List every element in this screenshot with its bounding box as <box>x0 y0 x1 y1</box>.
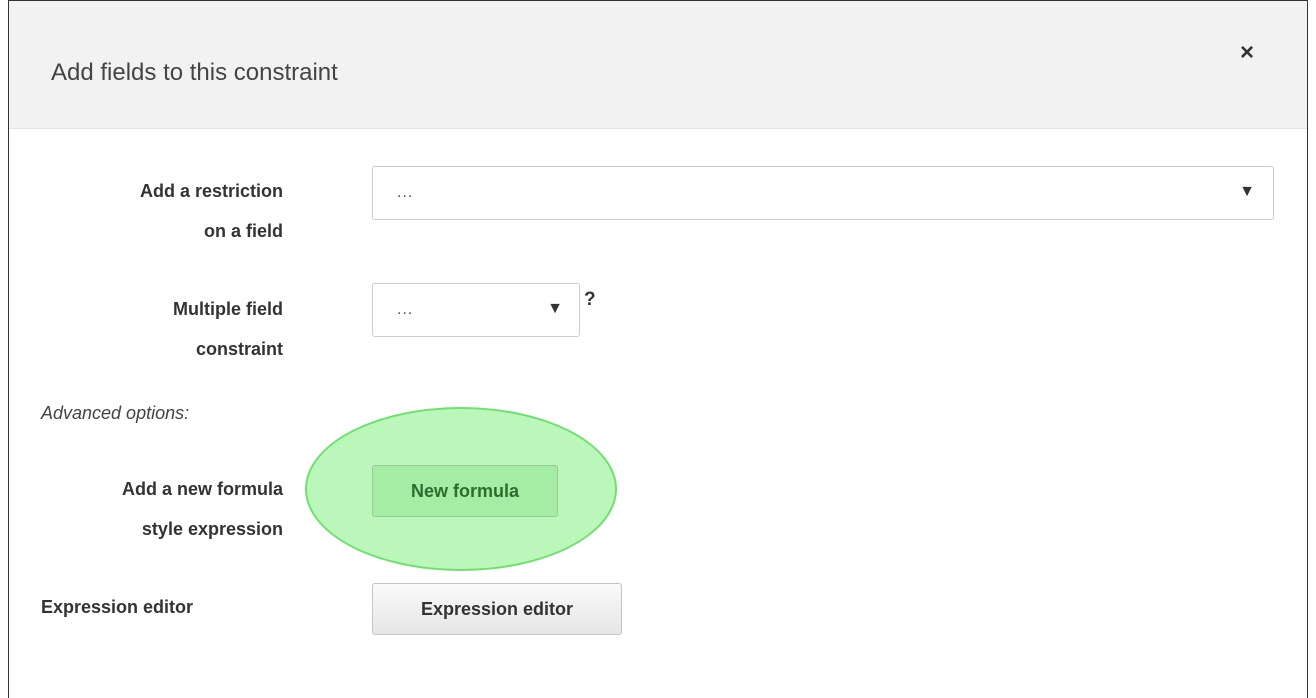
chevron-down-icon: ▼ <box>547 300 563 317</box>
add-fields-dialog: Add fields to this constraint × Add a re… <box>8 0 1308 698</box>
advanced-options-heading: Advanced options: <box>41 403 190 423</box>
formula-label-line1: Add a new formula <box>121 479 283 499</box>
chevron-down-icon: ▼ <box>1239 183 1255 200</box>
restriction-label: Add a restriction on a field <box>29 171 283 251</box>
multiple-field-label: Multiple field constraint <box>29 289 283 369</box>
dialog-title: Add fields to this constraint <box>51 59 338 86</box>
expression-editor-button[interactable]: Expression editor <box>372 583 622 635</box>
dialog-header: Add fields to this constraint × <box>9 1 1307 129</box>
multiple-label-line2: constraint <box>195 339 283 359</box>
restriction-label-line2: on a field <box>203 221 283 241</box>
help-icon[interactable]: ? <box>584 289 596 311</box>
restriction-select-value: ... <box>397 184 414 201</box>
new-formula-button[interactable]: New formula <box>372 465 558 517</box>
formula-label-line2: style expression <box>141 519 283 539</box>
expression-editor-label: Expression editor <box>41 597 194 617</box>
restriction-label-line1: Add a restriction <box>139 181 283 201</box>
formula-label: Add a new formula style expression <box>29 469 283 549</box>
multiple-select-value: ... <box>397 301 414 318</box>
multiple-field-select[interactable]: ... ▼ <box>372 283 580 337</box>
restriction-field-select[interactable]: ... ▼ <box>372 166 1274 220</box>
close-icon[interactable]: × <box>1235 41 1259 65</box>
multiple-label-line1: Multiple field <box>173 299 283 319</box>
